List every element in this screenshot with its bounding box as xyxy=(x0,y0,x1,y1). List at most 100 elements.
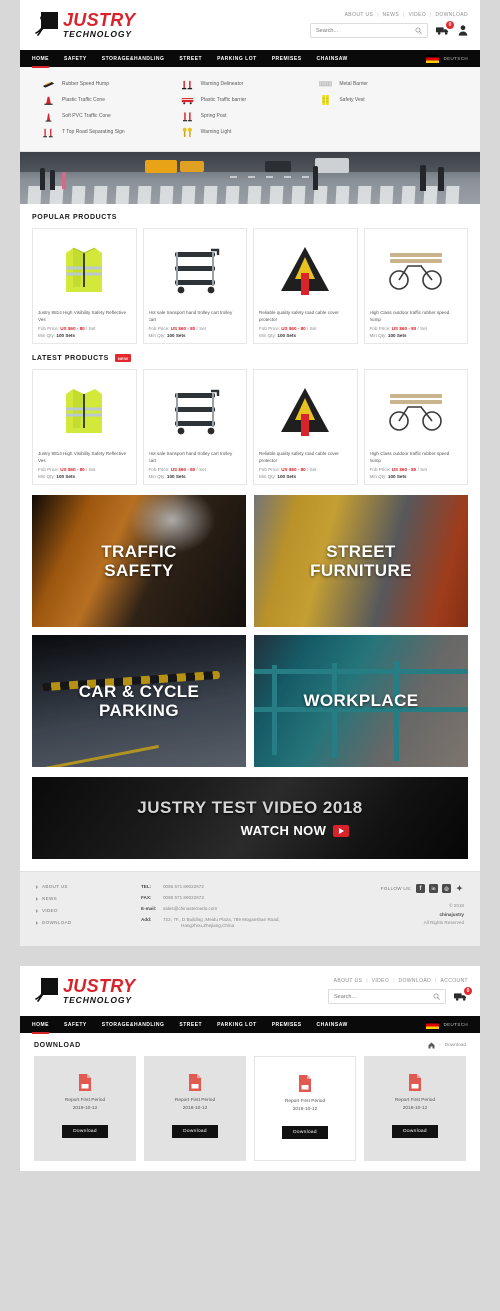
language-switcher[interactable]: DEUTSCH xyxy=(426,54,468,63)
nav-item-parking-lot[interactable]: PARKING LOT xyxy=(217,53,257,65)
top-link-about[interactable]: ABOUT US xyxy=(345,12,374,18)
nav-item-safety[interactable]: SAFETY xyxy=(64,53,87,65)
product-card[interactable]: High Class outdoor traffic rubber speed … xyxy=(363,228,468,344)
hero-car xyxy=(265,161,291,172)
top-link-about[interactable]: ABOUT US xyxy=(334,978,363,984)
product-card[interactable]: Reliable quality safety road cable cover… xyxy=(253,369,358,485)
product-card[interactable]: High Class outdoor traffic rubber speed … xyxy=(363,369,468,485)
nav-item-home[interactable]: HOME xyxy=(32,1019,49,1034)
search-icon[interactable] xyxy=(433,993,440,1000)
mega-item-plastic-traffic-barrier[interactable]: Plastic Traffic barrier xyxy=(181,92,320,108)
video-banner[interactable]: JUSTRY TEST VIDEO 2018 WATCH NOW xyxy=(32,777,468,859)
divider: | xyxy=(403,12,405,18)
download-button[interactable]: Download xyxy=(392,1124,438,1138)
mega-item-spring-post[interactable]: Spring Post xyxy=(181,108,320,124)
logo-brand-text: JUSTRY xyxy=(63,976,136,997)
mega-item-label: Warning Light xyxy=(200,129,232,135)
product-min-qty: Min Qty: 100 Sets xyxy=(38,474,76,479)
top-link-video[interactable]: VIDEO xyxy=(408,12,426,18)
facebook-icon[interactable]: f xyxy=(416,884,425,893)
site-logo[interactable]: JUSTRY TECHNOLOGY xyxy=(32,11,136,39)
hero-banner-image[interactable] xyxy=(20,152,480,204)
product-title: Justry 8814 High Visibility Safety Refle… xyxy=(38,451,127,463)
search-input[interactable] xyxy=(316,27,415,34)
category-banner-street-furniture[interactable]: STREET FURNITURE xyxy=(254,495,468,627)
mega-item-warning-delineator[interactable]: Warning Delineator xyxy=(181,76,320,92)
language-switcher-2[interactable]: DEUTSCH xyxy=(426,1020,468,1029)
product-price: Fob Price: US $60 - 80 / Set xyxy=(369,326,427,331)
play-button-icon[interactable] xyxy=(333,824,350,837)
product-min-qty: Min Qty: 100 Sets xyxy=(38,333,76,338)
footer-link-download[interactable]: DOWNLOAD xyxy=(36,920,141,925)
home-icon[interactable] xyxy=(428,1042,435,1049)
footer-address: Add: 722, 7F., D Building ,Meidu Plaza, 7… xyxy=(141,916,280,929)
nav-item-storage-handling[interactable]: STORAGE&HANDLING xyxy=(102,1019,165,1031)
nav-item-chainsaw[interactable]: CHAINSAW xyxy=(317,53,348,65)
nav-item-premises[interactable]: PREMISES xyxy=(272,1019,302,1031)
product-card[interactable]: Hot sale transport hand trolley cart tro… xyxy=(142,369,247,485)
download-button[interactable]: Download xyxy=(62,1124,108,1138)
search-box[interactable] xyxy=(310,23,428,38)
search-box[interactable] xyxy=(328,989,446,1005)
product-card[interactable]: Justry 8814 High Visibility Safety Refle… xyxy=(32,228,137,344)
footer-link-about-us[interactable]: ABOUT US xyxy=(36,884,141,889)
nav-item-premises[interactable]: PREMISES xyxy=(272,53,302,65)
site-logo-2[interactable]: JUSTRY TECHNOLOGY xyxy=(32,977,136,1005)
twitter-icon[interactable]: ✦ xyxy=(455,884,464,893)
category-banner-workplace[interactable]: WORKPLACE xyxy=(254,635,468,767)
top-link-download[interactable]: DOWNLOAD xyxy=(435,12,468,18)
nav-item-street[interactable]: STREET xyxy=(179,53,202,65)
mega-item-rubber-speed-hump[interactable]: Rubber Speed Hump xyxy=(42,76,181,92)
product-card[interactable]: Reliable quality safety road cable cover… xyxy=(253,228,358,344)
search-input[interactable] xyxy=(334,993,433,1000)
cart-button[interactable]: 0 xyxy=(436,21,454,36)
video-cta-row[interactable]: WATCH NOW xyxy=(241,823,350,838)
footer-link-news[interactable]: NEWS xyxy=(36,896,141,901)
mega-item-label: Plastic Traffic Cone xyxy=(62,97,105,103)
category-banner-car-cycle-parking[interactable]: CAR & CYCLE PARKING xyxy=(32,635,246,767)
download-card[interactable]: Report First Period 2018-10-12 Download xyxy=(144,1056,246,1162)
mega-item-safety-vest[interactable]: Safety Vest xyxy=(319,92,458,108)
product-card[interactable]: Justry 8814 High Visibility Safety Refle… xyxy=(32,369,137,485)
mega-item-warning-light[interactable]: Warning Light xyxy=(181,124,320,140)
instagram-icon[interactable]: ◎ xyxy=(442,884,451,893)
top-link-download[interactable]: DOWNLOAD xyxy=(399,978,432,984)
linkedin-icon[interactable]: in xyxy=(429,884,438,893)
nav-item-safety[interactable]: SAFETY xyxy=(64,1019,87,1031)
product-min-qty: Min Qty: 100 Sets xyxy=(369,474,407,479)
search-icon[interactable] xyxy=(415,27,422,34)
section-title: POPULAR PRODUCTS xyxy=(32,214,118,221)
pdf-file-icon xyxy=(299,1075,311,1093)
mega-item-metal-barrier[interactable]: Metal Barrier xyxy=(319,76,458,92)
download-card[interactable]: Report First Period 2018-10-12 Download xyxy=(254,1056,356,1162)
category-banner-traffic-safety[interactable]: TRAFFIC SAFETY xyxy=(32,495,246,627)
mega-item-t-top-road-separating-sign[interactable]: T Top Road Separating Sign xyxy=(42,124,181,140)
page-title: DOWNLOAD xyxy=(34,1042,81,1050)
download-name: Report First Period 2018-10-12 xyxy=(394,1098,436,1111)
product-price: Fob Price: US $60 - 80 / Set xyxy=(148,326,206,331)
nav-item-parking-lot[interactable]: PARKING LOT xyxy=(217,1019,257,1031)
download-card[interactable]: Report First Period 2018-10-12 Download xyxy=(364,1056,466,1162)
nav-item-chainsaw[interactable]: CHAINSAW xyxy=(317,1019,348,1031)
nav-item-home[interactable]: HOME xyxy=(32,53,49,68)
download-name: Report First Period 2018-10-12 xyxy=(284,1099,326,1112)
logo-sub-text: TECHNOLOGY xyxy=(63,29,132,40)
product-card[interactable]: Hot sale transport hand trolley cart tro… xyxy=(142,228,247,344)
footer-link-video[interactable]: VIDEO xyxy=(36,908,141,913)
mega-item-plastic-traffic-cone[interactable]: Plastic Traffic Cone xyxy=(42,92,181,108)
account-user-icon[interactable] xyxy=(458,25,468,36)
download-button[interactable]: Download xyxy=(172,1124,218,1138)
download-card[interactable]: Report First Period 2018-10-12 Download xyxy=(34,1056,136,1162)
footer-email[interactable]: E-mail: sales@chinasternedo.com xyxy=(141,906,359,912)
top-link-account[interactable]: ACCOUNT xyxy=(440,978,468,984)
cart-button[interactable]: 0 xyxy=(454,987,472,1002)
download-button[interactable]: Download xyxy=(282,1125,328,1139)
top-link-video[interactable]: VIDEO xyxy=(372,978,390,984)
road-separating-sign-icon xyxy=(42,126,55,139)
nav-item-storage-handling[interactable]: STORAGE&HANDLING xyxy=(102,53,165,65)
nav-item-street[interactable]: STREET xyxy=(179,1019,202,1031)
mega-item-soft-pvc-traffic-cone[interactable]: Soft PVC Traffic Cone xyxy=(42,108,181,124)
mega-item-label: T Top Road Separating Sign xyxy=(62,129,125,135)
hero-taxi-2 xyxy=(180,161,204,172)
top-link-news[interactable]: NEWS xyxy=(383,12,400,18)
